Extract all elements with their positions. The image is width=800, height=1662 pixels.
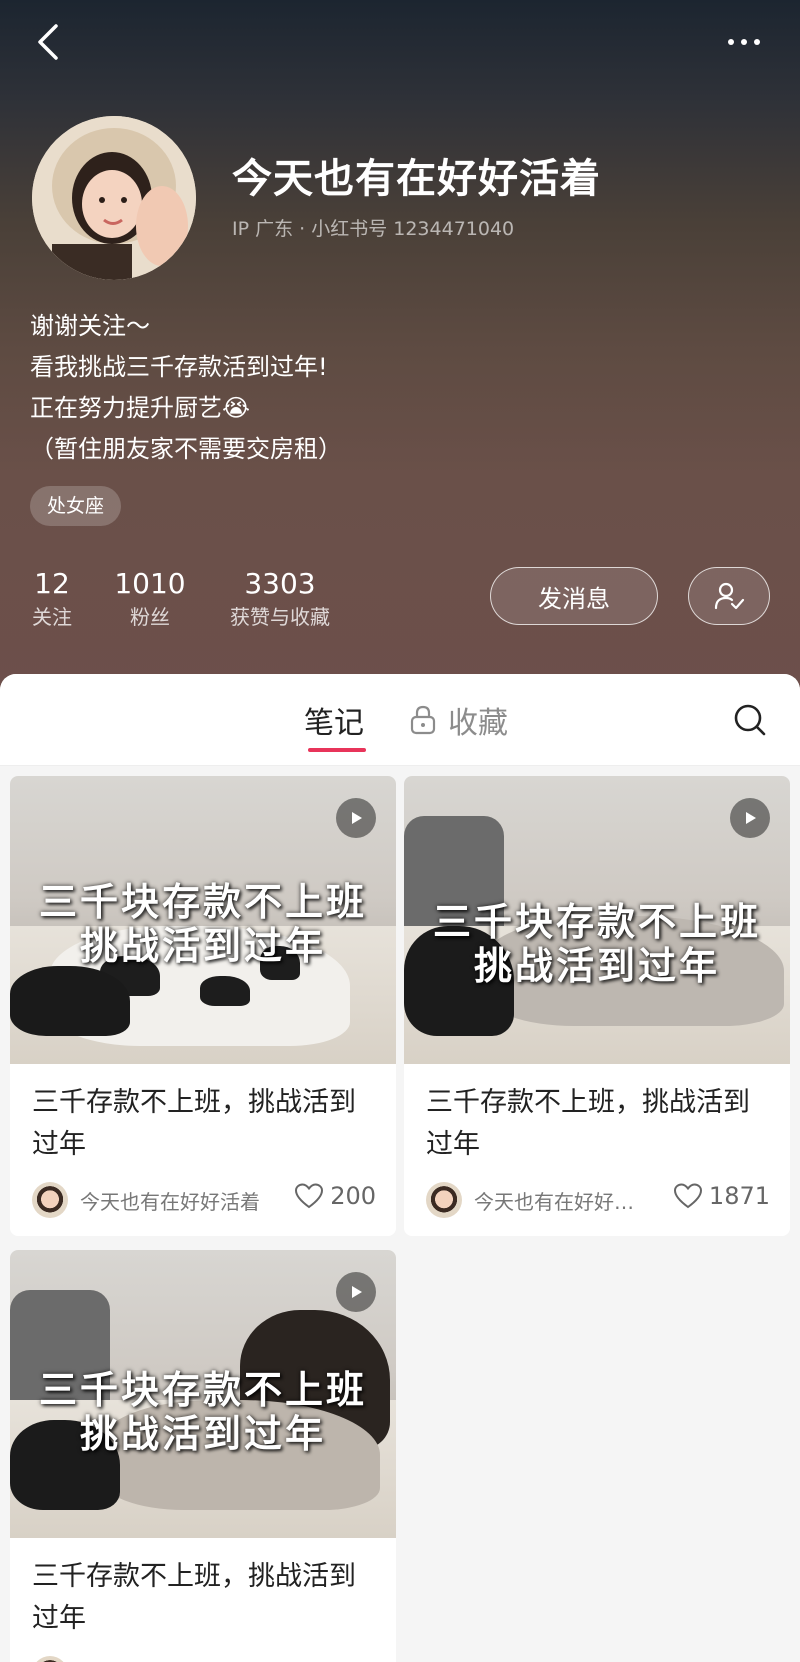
thumbnail-caption: 三千块存款不上班 (432, 900, 761, 944)
note-card[interactable]: 三千块存款不上班 挑战活到过年 三千存款不上班，挑战活到过年 今天也有在好好… … (404, 776, 790, 1236)
video-play-icon (336, 1272, 376, 1312)
likes-collects-label: 获赞与收藏 (230, 605, 330, 629)
send-message-button[interactable]: 发消息 (490, 567, 658, 625)
following-label: 关注 (32, 605, 72, 629)
likes-collects-stat[interactable]: 3303 获赞与收藏 (222, 566, 338, 632)
like-count: 1871 (708, 1182, 770, 1210)
more-dot-icon (741, 39, 747, 45)
followers-label: 粉丝 (130, 605, 170, 629)
author-avatar[interactable] (426, 1182, 462, 1218)
content-sheet: 笔记 收藏 三千块存款不上班 挑战活到过年 三千存款不上班，挑战活到过年 今天也… (0, 674, 800, 1662)
note-card[interactable]: 三千块存款不上班 挑战活到过年 三千存款不上班，挑战活到过年 今天也有在好好活着… (10, 776, 396, 1236)
zodiac-tag: 处女座 (30, 486, 122, 526)
profile-ip-id[interactable]: IP 广东 · 小红书号 1234471040 (232, 214, 514, 241)
note-thumbnail: 三千块存款不上班 挑战活到过年 (404, 776, 790, 1064)
note-thumbnail: 三千块存款不上班 挑战活到过年 (10, 776, 396, 1064)
profile-header: 今天也有在好好活着 IP 广东 · 小红书号 1234471040 谢谢关注～ … (0, 0, 800, 700)
like-button[interactable]: 1871 (673, 1182, 770, 1210)
more-dot-icon (754, 39, 760, 45)
note-meta: 今天也有在好好活着 200 (10, 1166, 396, 1236)
heart-icon (295, 1183, 324, 1209)
more-options-button[interactable] (716, 22, 772, 62)
profile-bio: 谢谢关注～ 看我挑战三千存款活到过年! 正在努力提升厨艺😭 （暂住朋友家不需要交… (30, 306, 342, 470)
author-name[interactable]: 今天也有在好好… (474, 1186, 654, 1215)
thumbnail-caption: 挑战活到过年 (79, 1412, 326, 1456)
likes-collects-count: 3303 (244, 567, 316, 600)
note-thumbnail: 三千块存款不上班 挑战活到过年 (10, 1250, 396, 1538)
video-play-icon (730, 798, 770, 838)
following-count: 12 (34, 567, 70, 600)
bio-line: 谢谢关注～ (30, 312, 150, 340)
following-stat[interactable]: 12 关注 (30, 566, 74, 632)
thumbnail-caption: 三千块存款不上班 (38, 880, 367, 924)
chevron-left-icon (38, 24, 58, 60)
note-title: 三千存款不上班，挑战活到过年 (32, 1561, 356, 1634)
user-check-icon (714, 582, 745, 610)
like-count: 200 (330, 1182, 376, 1210)
author-avatar[interactable] (32, 1182, 68, 1218)
bio-line: （暂住朋友家不需要交房租） (30, 435, 342, 463)
note-card[interactable]: 三千块存款不上班 挑战活到过年 三千存款不上班，挑战活到过年 (10, 1250, 396, 1662)
note-title: 三千存款不上班，挑战活到过年 (426, 1087, 750, 1160)
tab-notes[interactable]: 笔记 (304, 698, 364, 742)
search-icon (734, 704, 766, 736)
tab-collections-label: 收藏 (448, 706, 508, 741)
lock-icon (410, 705, 436, 735)
like-button[interactable]: 200 (294, 1182, 376, 1210)
profile-name: 今天也有在好好活着 (232, 156, 601, 202)
heart-icon (673, 1183, 702, 1209)
thumbnail-caption: 挑战活到过年 (473, 944, 720, 988)
bio-line: 看我挑战三千存款活到过年! (30, 353, 328, 381)
tab-bar: 笔记 收藏 (0, 674, 800, 766)
thumbnail-caption: 挑战活到过年 (79, 924, 326, 968)
note-meta: 今天也有在好好… 1871 (404, 1166, 790, 1236)
search-button[interactable] (730, 700, 770, 740)
followed-button[interactable] (688, 567, 770, 625)
profile-avatar[interactable] (32, 116, 196, 280)
followers-count: 1010 (114, 567, 186, 600)
note-meta (10, 1640, 396, 1662)
bio-line: 正在努力提升厨艺😭 (30, 394, 251, 422)
thumbnail-caption: 三千块存款不上班 (38, 1368, 367, 1412)
author-name[interactable]: 今天也有在好好活着 (80, 1186, 280, 1215)
more-dot-icon (728, 39, 734, 45)
video-play-icon (336, 798, 376, 838)
back-button[interactable] (28, 18, 68, 66)
tab-collections[interactable]: 收藏 (410, 698, 508, 742)
author-avatar[interactable] (32, 1656, 68, 1662)
note-title: 三千存款不上班，挑战活到过年 (32, 1087, 356, 1160)
followers-stat[interactable]: 1010 粉丝 (114, 566, 186, 632)
active-tab-indicator (308, 748, 366, 752)
